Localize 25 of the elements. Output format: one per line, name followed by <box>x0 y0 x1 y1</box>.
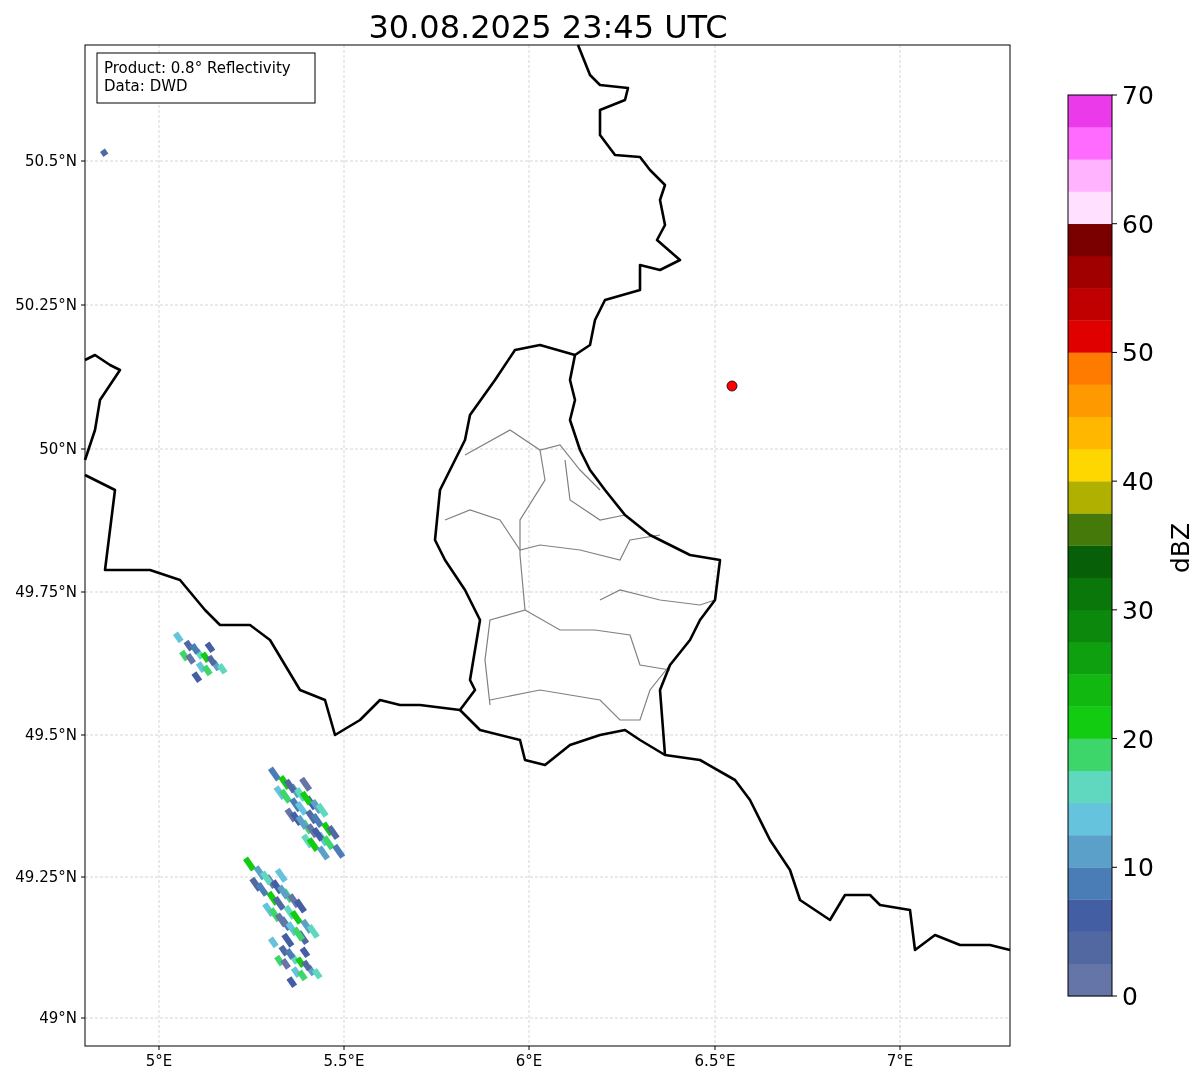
axis-tick-label: 5.5°E <box>323 1052 365 1070</box>
colorbar-tick-label: 50 <box>1122 338 1154 368</box>
axis-tick-label: 49.75°N <box>15 583 77 601</box>
colorbar-tick-label: 10 <box>1122 853 1154 883</box>
chart-title: 30.08.2025 23:45 UTC <box>368 8 728 46</box>
colorbar-tick-label: 30 <box>1122 595 1154 625</box>
axis-tick-label: 5°E <box>145 1052 173 1070</box>
info-text: Product: 0.8° Reflectivity <box>104 59 291 77</box>
colorbar-tick-label: 40 <box>1122 467 1154 497</box>
colorbar-label: dBZ <box>1166 522 1195 574</box>
axis-tick-label: 6.5°E <box>694 1052 736 1070</box>
colorbar-tick-label: 70 <box>1122 81 1154 110</box>
axis-tick-label: 50.5°N <box>24 152 77 170</box>
axis-tick-label: 49.5°N <box>24 726 77 744</box>
axis-tick-label: 50°N <box>39 440 77 458</box>
axis-tick-label: 6°E <box>515 1052 543 1070</box>
colorbar-tick-label: 60 <box>1122 209 1154 239</box>
axis-tick-label: 49°N <box>39 1009 77 1027</box>
colorbar-tick-label: 0 <box>1122 982 1138 1011</box>
location-marker <box>726 380 738 392</box>
axis-tick-label: 49.25°N <box>15 868 77 886</box>
axis-tick-label: 50.25°N <box>15 296 77 314</box>
colorbar-tick-label: 20 <box>1122 724 1154 754</box>
info-text: Data: DWD <box>104 77 188 95</box>
axis-tick-label: 7°E <box>886 1052 914 1070</box>
